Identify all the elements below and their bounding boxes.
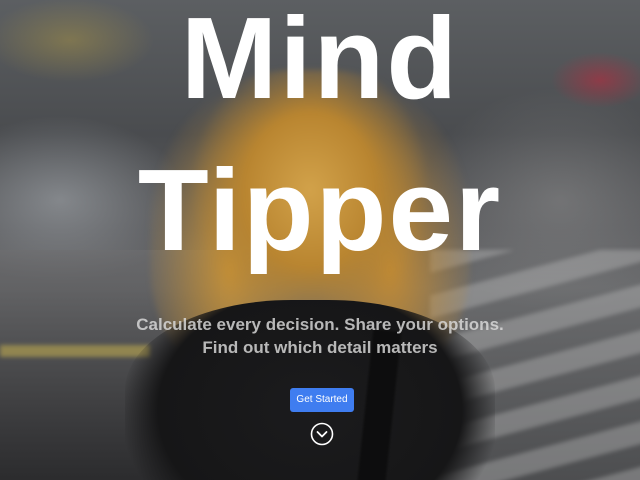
chevron-down-circle-icon[interactable] <box>310 422 334 446</box>
hero-title-line1: Mind <box>180 0 460 123</box>
hero-tagline-line2: Find out which detail matters <box>202 338 438 357</box>
hero-tagline-line1: Calculate every decision. Share your opt… <box>136 315 504 334</box>
hero-section: Mind Tipper Calculate every decision. Sh… <box>0 0 640 480</box>
hero-title-line2: Tipper <box>137 145 503 275</box>
get-started-button[interactable]: Get Started <box>290 388 354 412</box>
